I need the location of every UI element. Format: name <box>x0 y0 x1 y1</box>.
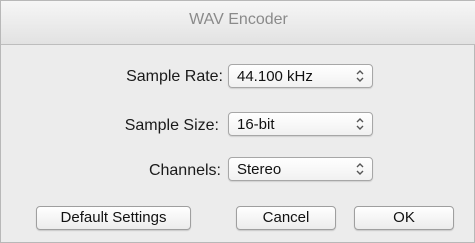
ok-button[interactable]: OK <box>354 206 454 230</box>
sample-size-label: Sample Size: <box>124 117 219 134</box>
wav-encoder-dialog: WAV Encoder Sample Rate: 44.100 kHz Samp… <box>0 0 475 243</box>
sample-size-value: 16-bit <box>237 116 275 133</box>
sample-rate-value: 44.100 kHz <box>237 68 313 85</box>
up-down-chevron-icon <box>356 118 364 130</box>
window-title: WAV Encoder <box>189 11 288 28</box>
cancel-button[interactable]: Cancel <box>236 206 336 230</box>
up-down-chevron-icon <box>356 163 364 175</box>
sample-rate-popup[interactable]: 44.100 kHz <box>228 64 373 88</box>
channels-value: Stereo <box>237 161 282 178</box>
title-bar: WAV Encoder <box>1 1 475 45</box>
sample-rate-label: Sample Rate: <box>126 68 223 85</box>
sample-size-popup[interactable]: 16-bit <box>228 112 373 136</box>
channels-popup[interactable]: Stereo <box>228 157 373 181</box>
channels-label: Channels: <box>148 162 221 179</box>
up-down-chevron-icon <box>356 70 364 82</box>
default-settings-button[interactable]: Default Settings <box>36 206 191 230</box>
